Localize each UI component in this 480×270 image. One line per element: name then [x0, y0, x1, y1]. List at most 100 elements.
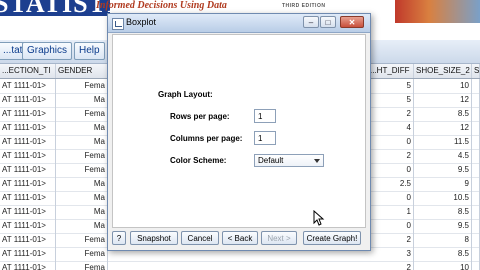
dialog-titlebar[interactable]: Boxplot – □ ✕ [108, 14, 370, 33]
table-cell[interactable] [472, 205, 480, 219]
table-cell[interactable] [472, 233, 480, 247]
graph-layout-label: Graph Layout: [158, 90, 213, 99]
column-header-s[interactable]: S [472, 64, 480, 78]
minimize-button[interactable]: – [303, 16, 319, 28]
table-cell[interactable]: Ma [56, 121, 108, 135]
column-header-height-diff[interactable]: ...HT_DIFF [368, 64, 414, 78]
table-cell[interactable]: 10.5 [414, 191, 472, 205]
table-cell[interactable]: Ma [56, 205, 108, 219]
table-cell[interactable]: AT 1111-01> [0, 247, 56, 261]
table-cell[interactable] [472, 247, 480, 261]
table-cell[interactable]: AT 1111-01> [0, 205, 56, 219]
table-cell[interactable]: 2 [368, 107, 414, 121]
table-cell[interactable]: 0 [368, 191, 414, 205]
table-cell[interactable]: Ma [56, 219, 108, 233]
table-cell[interactable]: AT 1111-01> [0, 135, 56, 149]
mouse-cursor-icon [313, 210, 325, 226]
table-cell[interactable]: Fema [56, 163, 108, 177]
table-cell[interactable]: AT 1111-01> [0, 93, 56, 107]
table-row[interactable]: AT 1111-01> Fema 2 10 [0, 261, 480, 270]
table-cell[interactable]: AT 1111-01> [0, 79, 56, 93]
table-cell[interactable]: 10 [414, 261, 472, 270]
table-cell[interactable]: Fema [56, 233, 108, 247]
chevron-down-icon [314, 159, 320, 163]
back-button[interactable]: < Back [222, 231, 258, 245]
banner-tagline: Informed Decisions Using Data [96, 0, 227, 11]
table-cell[interactable]: 9.5 [414, 219, 472, 233]
table-cell[interactable]: Ma [56, 93, 108, 107]
table-cell[interactable]: 4.5 [414, 149, 472, 163]
banner-image [395, 0, 480, 23]
table-cell[interactable]: AT 1111-01> [0, 261, 56, 270]
table-cell[interactable]: AT 1111-01> [0, 191, 56, 205]
table-cell[interactable]: AT 1111-01> [0, 177, 56, 191]
table-cell[interactable]: 3 [368, 247, 414, 261]
create-graph-button[interactable]: Create Graph! [303, 231, 361, 245]
column-header-section[interactable]: ...ECTION_TI [0, 64, 56, 78]
table-cell[interactable]: 2.5 [368, 177, 414, 191]
table-cell[interactable]: 0 [368, 163, 414, 177]
menu-graphics[interactable]: Graphics [22, 42, 73, 60]
table-cell[interactable]: 9 [414, 177, 472, 191]
help-button[interactable]: ? [112, 231, 126, 245]
table-cell[interactable] [472, 261, 480, 270]
table-cell[interactable]: AT 1111-01> [0, 219, 56, 233]
table-cell[interactable] [472, 121, 480, 135]
color-scheme-select[interactable]: Default [254, 154, 324, 167]
table-cell[interactable]: AT 1111-01> [0, 233, 56, 247]
table-cell[interactable]: 12 [414, 121, 472, 135]
table-cell[interactable]: AT 1111-01> [0, 121, 56, 135]
dialog-body: Graph Layout: Rows per page: 1 Columns p… [112, 34, 366, 228]
rows-per-page-input[interactable]: 1 [254, 109, 276, 123]
table-cell[interactable]: 2 [368, 233, 414, 247]
table-cell[interactable]: 2 [368, 261, 414, 270]
table-cell[interactable]: 4 [368, 121, 414, 135]
table-cell[interactable]: 8.5 [414, 205, 472, 219]
column-header-shoe-size[interactable]: SHOE_SIZE_2 [414, 64, 472, 78]
table-cell[interactable]: Fema [56, 149, 108, 163]
table-cell[interactable]: Fema [56, 247, 108, 261]
columns-per-page-input[interactable]: 1 [254, 131, 276, 145]
close-button[interactable]: ✕ [340, 16, 364, 28]
table-cell[interactable]: AT 1111-01> [0, 107, 56, 121]
table-cell[interactable]: 2 [368, 149, 414, 163]
table-cell[interactable]: 0 [368, 135, 414, 149]
table-cell[interactable]: AT 1111-01> [0, 149, 56, 163]
column-header-gender[interactable]: GENDER [56, 64, 108, 78]
table-cell[interactable] [472, 149, 480, 163]
table-cell[interactable] [472, 79, 480, 93]
table-cell[interactable]: 8.5 [414, 247, 472, 261]
table-cell[interactable]: 0 [368, 219, 414, 233]
table-cell[interactable]: Fema [56, 261, 108, 270]
table-cell[interactable]: Ma [56, 177, 108, 191]
table-cell[interactable]: Fema [56, 79, 108, 93]
table-cell[interactable]: Ma [56, 135, 108, 149]
next-button[interactable]: Next > [261, 231, 297, 245]
table-cell[interactable]: Fema [56, 107, 108, 121]
table-cell[interactable]: 1 [368, 205, 414, 219]
columns-per-page-label: Columns per page: [170, 134, 243, 143]
table-cell[interactable] [472, 177, 480, 191]
table-cell[interactable]: 8.5 [414, 107, 472, 121]
table-cell[interactable] [472, 163, 480, 177]
snapshot-button[interactable]: Snapshot [130, 231, 178, 245]
cancel-button[interactable]: Cancel [181, 231, 219, 245]
table-cell[interactable]: 5 [368, 93, 414, 107]
maximize-button[interactable]: □ [320, 16, 336, 28]
table-cell[interactable] [472, 219, 480, 233]
table-cell[interactable]: 5 [368, 79, 414, 93]
table-cell[interactable]: Ma [56, 191, 108, 205]
table-cell[interactable]: 10 [414, 79, 472, 93]
table-cell[interactable]: 12 [414, 93, 472, 107]
table-cell[interactable] [472, 135, 480, 149]
table-cell[interactable] [472, 107, 480, 121]
menu-help[interactable]: Help [74, 42, 105, 60]
table-cell[interactable]: 9.5 [414, 163, 472, 177]
table-cell[interactable]: 11.5 [414, 135, 472, 149]
table-cell[interactable]: AT 1111-01> [0, 163, 56, 177]
table-cell[interactable] [472, 191, 480, 205]
banner-edition: THIRD EDITION [282, 3, 326, 9]
table-cell[interactable]: 8 [414, 233, 472, 247]
banner-title: STATISTICS [0, 0, 110, 16]
table-cell[interactable] [472, 93, 480, 107]
